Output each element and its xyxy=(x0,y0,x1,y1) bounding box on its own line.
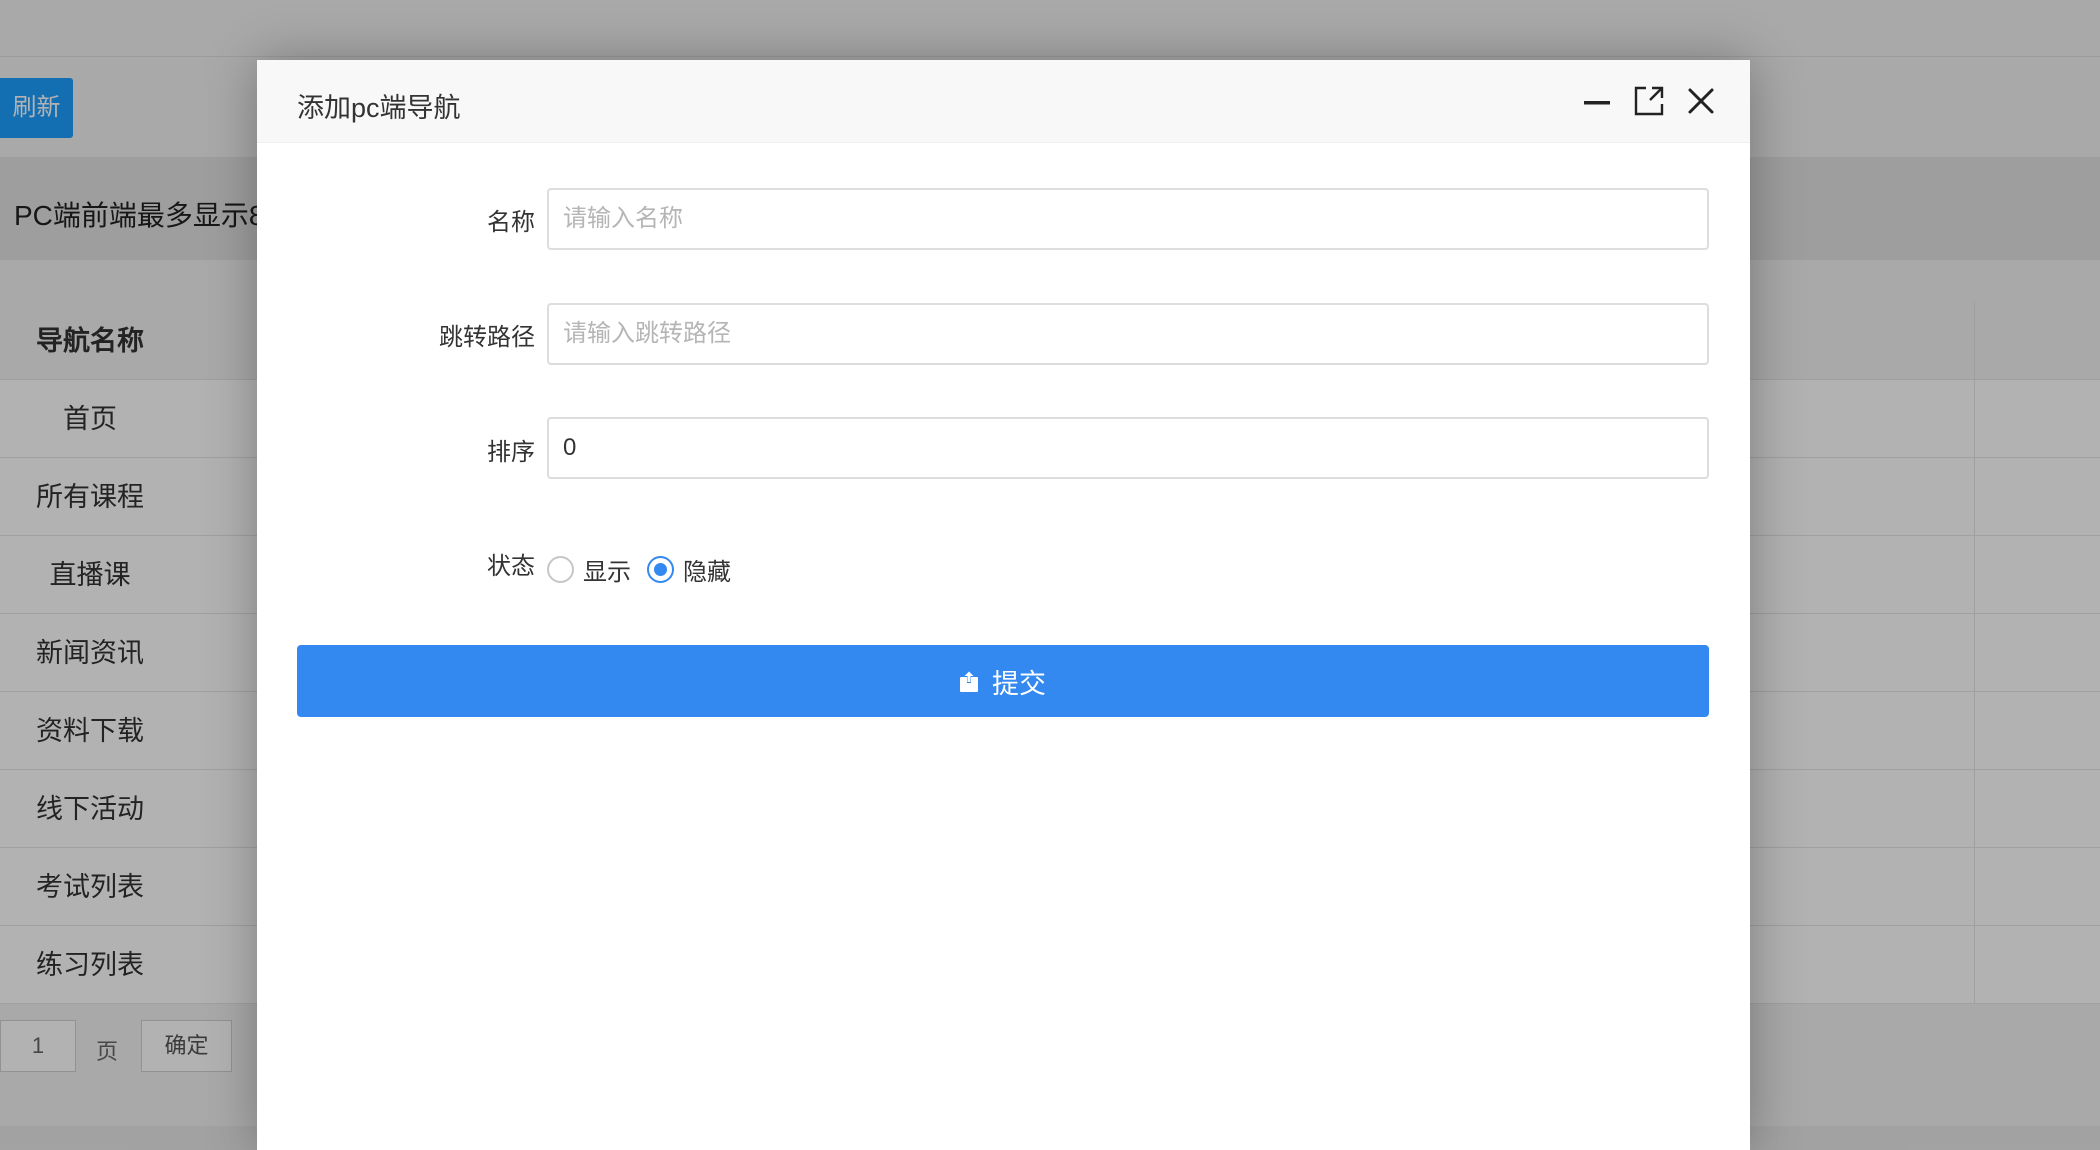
add-nav-dialog: 添加pc端导航 名称 跳转路径 排序 状态 显示 xyxy=(257,60,1750,1150)
submit-label: 提交 xyxy=(992,668,1046,699)
status-option-label: 隐藏 xyxy=(683,558,731,586)
sort-input[interactable] xyxy=(547,417,1709,479)
status-radio-hide[interactable]: 隐藏 xyxy=(647,552,731,587)
radio-unchecked-icon xyxy=(547,555,574,583)
radio-checked-icon xyxy=(647,555,674,583)
maximize-icon[interactable] xyxy=(1628,80,1670,122)
path-input[interactable] xyxy=(547,303,1709,365)
status-radio-show[interactable]: 显示 xyxy=(547,552,631,587)
submit-button[interactable]: 提交 xyxy=(297,645,1709,717)
status-radio-group: 显示 隐藏 xyxy=(547,550,747,588)
minimize-icon[interactable] xyxy=(1576,80,1618,122)
status-option-label: 显示 xyxy=(583,558,631,586)
status-label: 状态 xyxy=(487,553,535,580)
close-icon[interactable] xyxy=(1680,80,1722,122)
dialog-header: 添加pc端导航 xyxy=(257,60,1750,143)
upload-icon xyxy=(960,670,978,692)
path-label: 跳转路径 xyxy=(439,324,535,351)
name-input[interactable] xyxy=(547,188,1709,250)
dialog-title: 添加pc端导航 xyxy=(297,93,461,123)
name-label: 名称 xyxy=(487,209,535,236)
sort-label: 排序 xyxy=(487,439,535,466)
